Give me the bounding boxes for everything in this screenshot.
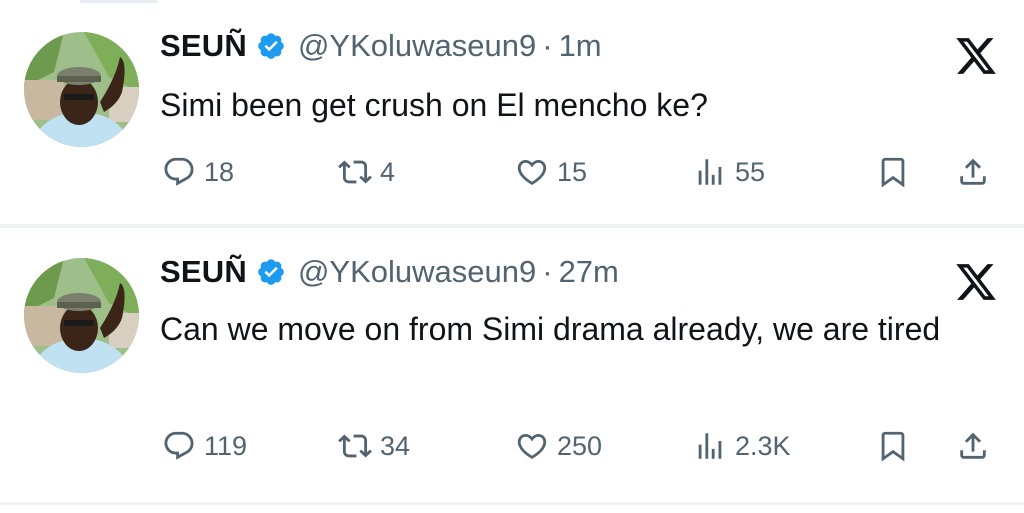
avatar[interactable] [24,258,139,373]
bookmark-button[interactable] [876,426,910,466]
views-button[interactable]: 2.3K [693,426,791,466]
handle[interactable]: @YKoluwaseun9 [298,254,536,290]
tweet[interactable]: SEUÑ @YKoluwaseun9 · 27m Can we move on … [0,0,1024,513]
share-button[interactable] [956,426,990,466]
reply-count: 119 [204,430,248,461]
retweet-button[interactable]: 34 [338,426,410,466]
reply-icon [164,431,194,460]
divider [0,502,1024,505]
like-button[interactable]: 250 [515,426,602,466]
retweet-icon [338,434,372,458]
reply-button[interactable]: 119 [162,426,247,466]
tweet-header: SEUÑ @YKoluwaseun9 · 27m [160,254,619,290]
timestamp[interactable]: 27m [559,254,619,290]
like-icon [517,433,547,459]
action-bar: 119 34 250 2.3K [160,426,1000,466]
bookmark-icon [881,431,905,462]
separator: · [542,254,553,289]
x-logo-icon [956,264,996,300]
like-count: 250 [557,430,603,461]
views-icon [698,433,722,459]
retweet-count: 34 [380,430,411,461]
tweet-text: Can we move on from Simi drama already, … [160,311,941,347]
verified-badge-icon [258,259,284,285]
display-name[interactable]: SEUÑ [160,254,247,290]
share-icon [960,432,986,459]
views-count: 2.3K [735,430,791,461]
